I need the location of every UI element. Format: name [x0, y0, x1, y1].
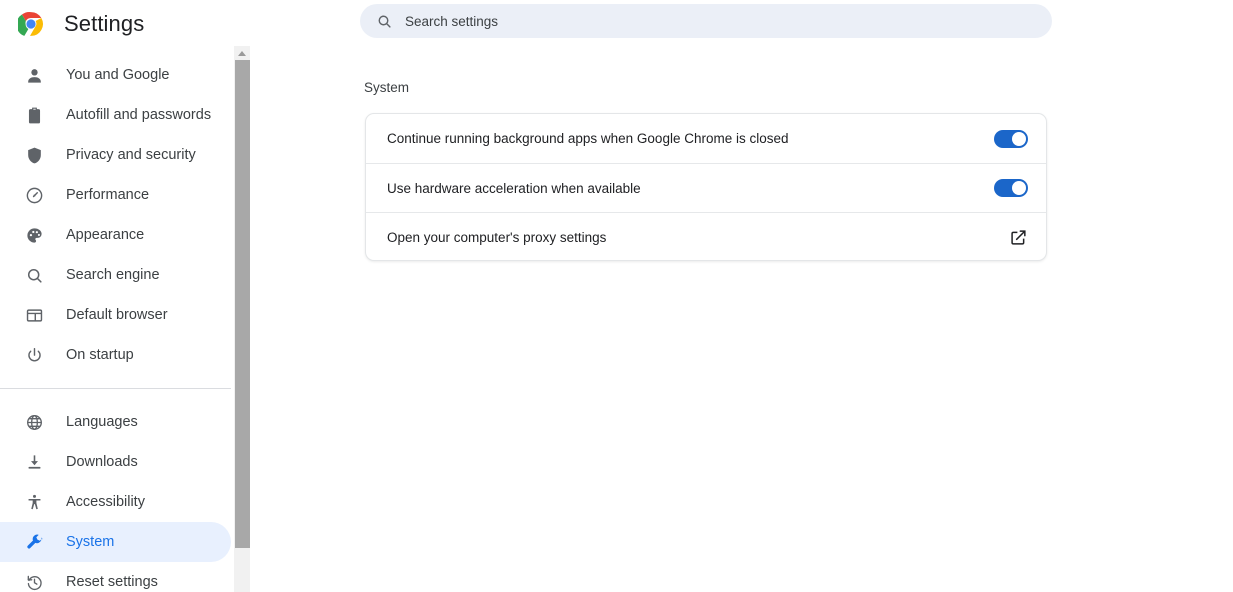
sidebar-item-privacy-and-security[interactable]: Privacy and security	[0, 135, 231, 175]
person-icon	[24, 65, 44, 85]
toggle-knob	[1012, 181, 1026, 195]
sidebar-item-default-browser[interactable]: Default browser	[0, 295, 231, 335]
sidebar-item-label: Autofill and passwords	[66, 107, 212, 123]
system-settings-card: Continue running background apps when Go…	[365, 113, 1047, 261]
wrench-icon	[24, 532, 44, 552]
chevron-up-icon	[238, 50, 246, 56]
clipboard-icon	[24, 105, 44, 125]
sidebar-item-label: You and Google	[66, 67, 170, 83]
open-in-new-icon[interactable]	[1009, 228, 1028, 247]
toggle-knob	[1012, 131, 1026, 146]
setting-row-hardware-acceleration[interactable]: Use hardware acceleration when available	[366, 163, 1046, 212]
chrome-logo-icon	[16, 11, 44, 37]
sidebar-item-you-and-google[interactable]: You and Google	[0, 55, 231, 95]
sidebar-item-system[interactable]: System	[0, 522, 231, 562]
sidebar-item-label: Privacy and security	[66, 147, 196, 163]
sidebar-item-search-engine[interactable]: Search engine	[0, 255, 231, 295]
sidebar-item-on-startup[interactable]: On startup	[0, 335, 231, 375]
shield-icon	[24, 145, 44, 165]
accessibility-person-icon	[24, 492, 44, 512]
scrollbar-up-button[interactable]	[234, 46, 250, 60]
gauge-icon	[24, 185, 44, 205]
setting-label: Use hardware acceleration when available	[387, 180, 641, 196]
sidebar-scrollbar[interactable]	[233, 46, 250, 592]
sidebar-item-downloads[interactable]: Downloads	[0, 442, 231, 482]
sidebar-item-label: System	[66, 534, 115, 550]
browser-window-icon	[24, 305, 44, 325]
scrollbar-thumb[interactable]	[235, 60, 250, 548]
sidebar-item-reset-settings[interactable]: Reset settings	[0, 562, 231, 592]
sidebar-item-label: Search engine	[66, 267, 160, 283]
palette-icon	[24, 225, 44, 245]
sidebar-item-label: Appearance	[66, 227, 145, 243]
sidebar-item-label: Reset settings	[66, 574, 158, 590]
globe-icon	[24, 412, 44, 432]
sidebar-nav: You and Google Autofill and passwords Pr…	[0, 55, 231, 592]
section-heading: System	[364, 80, 410, 95]
background-apps-toggle[interactable]	[994, 129, 1028, 148]
history-restore-icon	[24, 572, 44, 592]
sidebar-item-label: Accessibility	[66, 494, 145, 510]
search-placeholder-text: Search settings	[405, 13, 499, 29]
page-title: Settings	[64, 11, 145, 36]
app-brand: Settings	[0, 0, 231, 48]
setting-row-proxy-settings[interactable]: Open your computer's proxy settings	[366, 212, 1046, 260]
sidebar-item-label: Downloads	[66, 454, 138, 470]
settings-page: Settings You and Google Autofill and pas…	[0, 0, 1233, 592]
sidebar-item-label: On startup	[66, 347, 134, 363]
sidebar-item-label: Languages	[66, 414, 138, 430]
download-icon	[24, 452, 44, 472]
search-icon	[24, 265, 44, 285]
sidebar-item-performance[interactable]: Performance	[0, 175, 231, 215]
search-input[interactable]: Search settings	[360, 4, 1052, 38]
sidebar: Settings You and Google Autofill and pas…	[0, 0, 231, 592]
power-icon	[24, 345, 44, 365]
sidebar-item-accessibility[interactable]: Accessibility	[0, 482, 231, 522]
sidebar-item-label: Performance	[66, 187, 150, 203]
search-icon	[376, 13, 393, 30]
hardware-acceleration-toggle[interactable]	[994, 179, 1028, 197]
main-content: Search settings System Continue running …	[250, 0, 1233, 592]
sidebar-item-autofill-and-passwords[interactable]: Autofill and passwords	[0, 95, 231, 135]
setting-label: Open your computer's proxy settings	[387, 229, 607, 245]
sidebar-item-label: Default browser	[66, 307, 168, 323]
sidebar-item-appearance[interactable]: Appearance	[0, 215, 231, 255]
sidebar-item-languages[interactable]: Languages	[0, 402, 231, 442]
setting-row-background-apps[interactable]: Continue running background apps when Go…	[366, 114, 1046, 163]
setting-label: Continue running background apps when Go…	[387, 131, 789, 146]
